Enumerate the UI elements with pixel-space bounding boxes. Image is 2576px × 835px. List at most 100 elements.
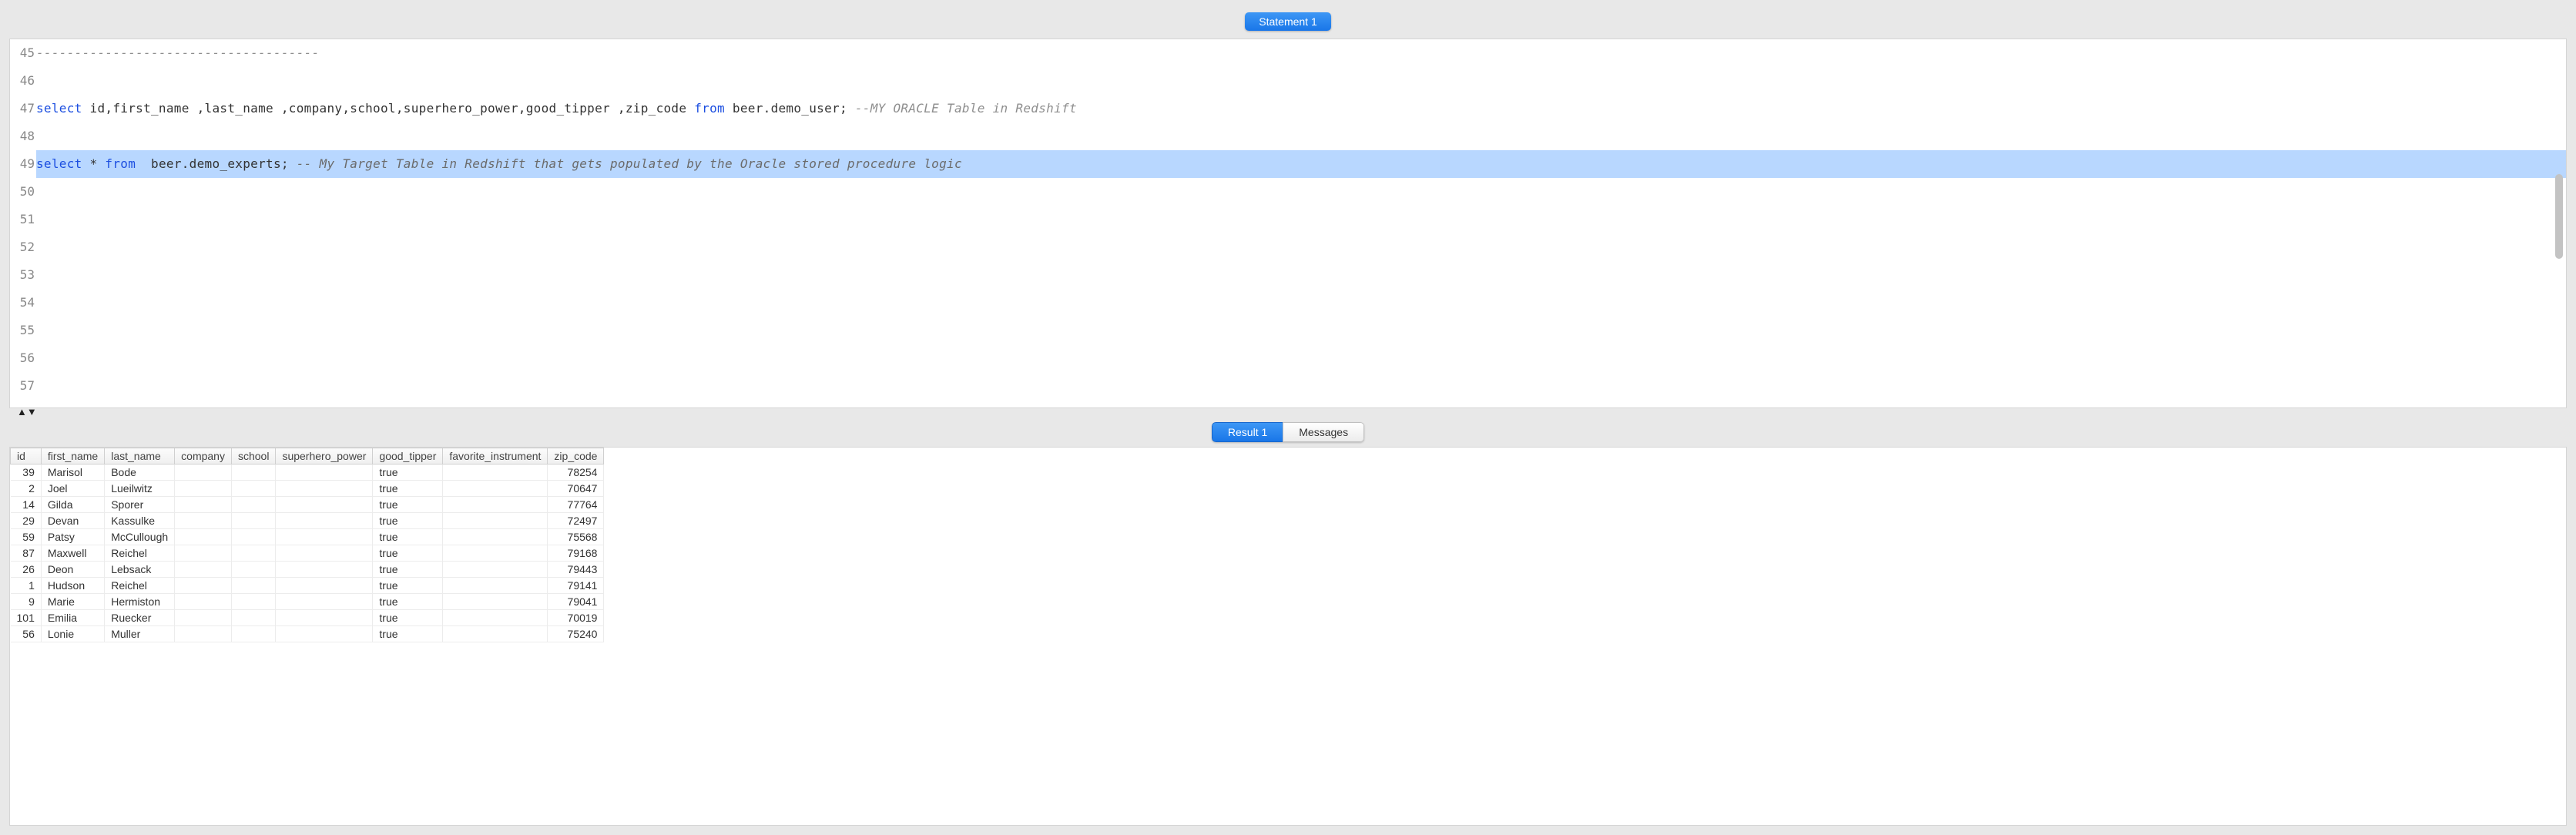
- cell: Patsy: [41, 529, 104, 545]
- cell: Deon: [41, 562, 104, 578]
- cell: 101: [11, 610, 42, 626]
- cell: Reichel: [105, 545, 175, 562]
- cell: [276, 513, 373, 529]
- table-row[interactable]: 87MaxwellReicheltrue79168: [11, 545, 604, 562]
- tab-result[interactable]: Result 1: [1212, 422, 1283, 442]
- code-line[interactable]: [36, 206, 2566, 233]
- cell: [231, 610, 275, 626]
- column-header[interactable]: superhero_power: [276, 448, 373, 464]
- tab-messages[interactable]: Messages: [1283, 422, 1364, 442]
- cell: true: [373, 610, 443, 626]
- cell: Emilia: [41, 610, 104, 626]
- table-row[interactable]: 29DevanKassulketrue72497: [11, 513, 604, 529]
- cell: [175, 578, 232, 594]
- split-resize-grip[interactable]: ▲▼: [9, 408, 2567, 417]
- cell: [443, 481, 548, 497]
- cell: Gilda: [41, 497, 104, 513]
- cell: [443, 497, 548, 513]
- code-line[interactable]: [36, 261, 2566, 289]
- cell: [175, 497, 232, 513]
- cell: [231, 497, 275, 513]
- cell: 39: [11, 464, 42, 481]
- cell: [276, 610, 373, 626]
- cell: true: [373, 594, 443, 610]
- code-line[interactable]: [36, 67, 2566, 95]
- cell: 59: [11, 529, 42, 545]
- cell: 1: [11, 578, 42, 594]
- line-number: 52: [10, 233, 35, 261]
- cell: true: [373, 497, 443, 513]
- cell: [443, 610, 548, 626]
- editor-scrollbar[interactable]: [2554, 39, 2564, 407]
- cell: [175, 513, 232, 529]
- cell: [175, 594, 232, 610]
- code-line[interactable]: [36, 178, 2566, 206]
- column-header[interactable]: company: [175, 448, 232, 464]
- code-line[interactable]: [36, 372, 2566, 400]
- cell: Hudson: [41, 578, 104, 594]
- code-line[interactable]: [36, 289, 2566, 317]
- line-number: 46: [10, 67, 35, 95]
- scrollbar-thumb[interactable]: [2555, 174, 2563, 259]
- code-line[interactable]: select id,first_name ,last_name ,company…: [36, 95, 2566, 122]
- cell: [231, 626, 275, 642]
- column-header[interactable]: favorite_instrument: [443, 448, 548, 464]
- code-line[interactable]: select * from beer.demo_experts; -- My T…: [36, 150, 2566, 178]
- column-header[interactable]: first_name: [41, 448, 104, 464]
- cell: true: [373, 464, 443, 481]
- cell: Maxwell: [41, 545, 104, 562]
- line-number: 48: [10, 122, 35, 150]
- table-row[interactable]: 101EmiliaRueckertrue70019: [11, 610, 604, 626]
- statement-tabs-bar: Statement 1: [9, 9, 2567, 39]
- cell: [443, 562, 548, 578]
- code-line[interactable]: [36, 317, 2566, 344]
- cell: 70647: [548, 481, 604, 497]
- column-header[interactable]: school: [231, 448, 275, 464]
- table-row[interactable]: 26DeonLebsacktrue79443: [11, 562, 604, 578]
- cell: [231, 464, 275, 481]
- column-header[interactable]: good_tipper: [373, 448, 443, 464]
- statement-tab[interactable]: Statement 1: [1245, 12, 1331, 31]
- cell: [175, 626, 232, 642]
- cell: 79168: [548, 545, 604, 562]
- table-row[interactable]: 9MarieHermistontrue79041: [11, 594, 604, 610]
- code-line[interactable]: [36, 344, 2566, 372]
- cell: 29: [11, 513, 42, 529]
- code-line[interactable]: -------------------------------------: [36, 39, 2566, 67]
- cell: 87: [11, 545, 42, 562]
- cell: Hermiston: [105, 594, 175, 610]
- cell: [276, 562, 373, 578]
- cell: [443, 464, 548, 481]
- line-number: 55: [10, 317, 35, 344]
- cell: 70019: [548, 610, 604, 626]
- code-area[interactable]: ------------------------------------- se…: [36, 39, 2566, 407]
- table-row[interactable]: 14GildaSporertrue77764: [11, 497, 604, 513]
- cell: Muller: [105, 626, 175, 642]
- table-row[interactable]: 56LonieMullertrue75240: [11, 626, 604, 642]
- sql-ide-window: Statement 1 45464748495051525354555657 -…: [0, 0, 2576, 835]
- table-row[interactable]: 59PatsyMcCulloughtrue75568: [11, 529, 604, 545]
- results-grid[interactable]: idfirst_namelast_namecompanyschoolsuperh…: [10, 448, 604, 642]
- cell: [231, 578, 275, 594]
- line-number: 47: [10, 95, 35, 122]
- cell: [276, 545, 373, 562]
- cell: [175, 610, 232, 626]
- cell: Devan: [41, 513, 104, 529]
- cell: 77764: [548, 497, 604, 513]
- column-header[interactable]: last_name: [105, 448, 175, 464]
- column-header[interactable]: id: [11, 448, 42, 464]
- code-line[interactable]: [36, 122, 2566, 150]
- cell: [175, 562, 232, 578]
- table-row[interactable]: 1HudsonReicheltrue79141: [11, 578, 604, 594]
- code-line[interactable]: [36, 233, 2566, 261]
- cell: [276, 497, 373, 513]
- column-header[interactable]: zip_code: [548, 448, 604, 464]
- table-row[interactable]: 2JoelLueilwitztrue70647: [11, 481, 604, 497]
- cell: Reichel: [105, 578, 175, 594]
- cell: [175, 464, 232, 481]
- cell: [231, 481, 275, 497]
- table-row[interactable]: 39MarisolBodetrue78254: [11, 464, 604, 481]
- results-grid-panel[interactable]: idfirst_namelast_namecompanyschoolsuperh…: [9, 447, 2567, 826]
- sql-editor[interactable]: 45464748495051525354555657 -------------…: [9, 39, 2567, 408]
- line-number: 56: [10, 344, 35, 372]
